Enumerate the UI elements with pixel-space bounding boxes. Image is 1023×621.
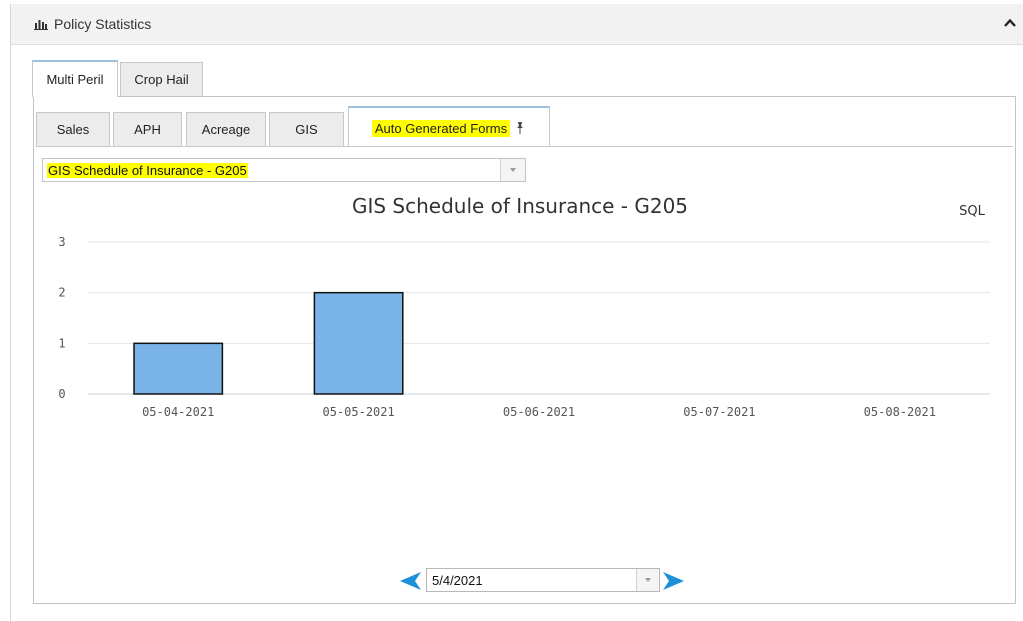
report-select-toggle[interactable] [500,159,525,181]
x-tick-label: 05-07-2021 [683,405,755,419]
date-select-toggle[interactable] [636,569,659,591]
bar-05-05-2021[interactable] [313,291,404,395]
chevron-up-icon[interactable] [1002,15,1018,31]
tab-aph-label: APH [134,122,161,137]
date-select-value: 5/4/2021 [432,573,483,588]
x-tick-label: 05-08-2021 [864,405,936,419]
report-select-value: GIS Schedule of Insurance - G205 [47,163,248,178]
x-tick-label: 05-06-2021 [503,405,575,419]
bar-05-04-2021[interactable] [133,342,224,395]
panel-title: Policy Statistics [54,16,152,32]
bar-chart: GIS Schedule of Insurance - G205 SQL 0 1 2… [58,194,990,419]
chevron-down-icon [510,168,516,172]
date-select[interactable]: 5/4/2021 [426,568,660,592]
panel-header[interactable]: Policy Statistics [11,4,1023,45]
arrow-right-icon[interactable] [662,570,686,592]
chart-title: GIS Schedule of Insurance - G205 [352,194,688,218]
tab-gis-label: GIS [295,122,318,137]
chevron-down-icon [645,578,651,582]
tab-multi-peril[interactable]: Multi Peril [32,60,118,97]
panel-title-group: Policy Statistics [34,16,151,32]
y-tick-label: 0 [58,387,65,401]
bar-chart-icon [34,20,48,30]
x-axis-labels: 05-04-2021 05-05-2021 05-06-2021 05-07-2021… [142,405,936,419]
x-tick-label: 05-04-2021 [142,405,214,419]
tab-gis[interactable]: GIS [269,112,344,146]
tab-acreage[interactable]: Acreage [186,112,266,146]
y-axis-labels: 0 1 2 3 [58,235,65,401]
chart-grid [88,241,990,395]
tab-auto-generated-forms-label: Auto Generated Forms [371,119,511,137]
tab-crop-hail-label: Crop Hail [134,72,189,87]
tab-aph[interactable]: APH [113,112,182,146]
tab-multi-peril-label: Multi Peril [46,72,104,87]
tab-acreage-label: Acreage [201,122,251,137]
y-tick-label: 3 [58,235,65,249]
tab-sales-label: Sales [56,122,90,137]
y-tick-label: 2 [58,286,65,300]
sql-label[interactable]: SQL [959,204,985,219]
tab-crop-hail[interactable]: Crop Hail [120,62,203,96]
tab-sales[interactable]: Sales [36,112,110,146]
x-tick-label: 05-05-2021 [322,405,394,419]
tab-auto-generated-forms[interactable]: Auto Generated Forms [348,106,550,146]
pin-icon[interactable] [514,121,526,135]
y-tick-label: 1 [58,336,65,350]
report-select[interactable]: GIS Schedule of Insurance - G205 [42,158,526,182]
arrow-left-icon[interactable] [398,570,422,592]
